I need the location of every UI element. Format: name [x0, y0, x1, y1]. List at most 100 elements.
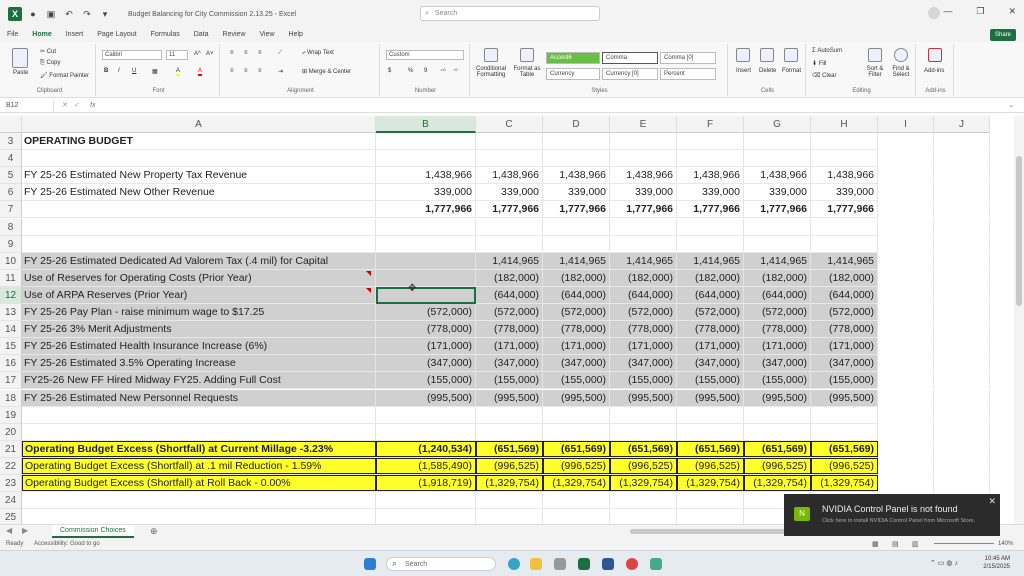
cell-c8[interactable]: [476, 218, 543, 235]
tab-file[interactable]: File: [0, 28, 25, 42]
wrap-text-button[interactable]: ⤶ Wrap Text: [302, 50, 334, 57]
chrome-icon[interactable]: [626, 558, 638, 570]
page-break-view-icon[interactable]: ▥: [912, 540, 919, 548]
nvidia-toast-notification[interactable]: N NVIDIA Control Panel is not found Clic…: [784, 494, 1000, 536]
cell-d16[interactable]: (347,000): [543, 355, 610, 372]
cell-h14[interactable]: (778,000): [811, 321, 878, 338]
column-header-c[interactable]: C: [476, 116, 543, 133]
cell-j21[interactable]: [934, 440, 990, 457]
cell-a9[interactable]: [22, 235, 376, 252]
cell-c22[interactable]: (996,525): [476, 457, 543, 474]
cell-h6[interactable]: 339,000: [811, 184, 878, 201]
insert-cells-button[interactable]: Insert: [736, 68, 751, 74]
row-header-17[interactable]: 17: [0, 372, 22, 390]
cell-c24[interactable]: [476, 492, 543, 509]
cell-b23[interactable]: (1,918,719): [376, 475, 476, 492]
cell-i13[interactable]: [878, 304, 934, 321]
cell-e21[interactable]: (651,569): [610, 440, 677, 457]
excel-taskbar-icon[interactable]: [578, 558, 590, 570]
tab-help[interactable]: Help: [282, 28, 310, 42]
cell-b11[interactable]: [376, 269, 476, 286]
cell-j18[interactable]: [934, 389, 990, 406]
font-name-select[interactable]: Calibri: [102, 50, 162, 60]
cell-e3[interactable]: [610, 133, 677, 150]
style-currency[interactable]: Currency: [546, 68, 600, 80]
conditional-formatting-icon[interactable]: [484, 48, 498, 62]
cell-a13[interactable]: FY 25-26 Pay Plan - raise minimum wage t…: [22, 304, 376, 321]
sort-filter-icon[interactable]: [868, 48, 882, 62]
cell-i5[interactable]: [878, 167, 934, 184]
middle-align-icon[interactable]: ≡: [244, 50, 248, 56]
page-layout-view-icon[interactable]: ▤: [892, 540, 899, 548]
cell-i4[interactable]: [878, 150, 934, 167]
indent-icon[interactable]: ⇥: [278, 68, 283, 75]
cell-a5[interactable]: FY 25-26 Estimated New Property Tax Reve…: [22, 167, 376, 184]
paste-icon[interactable]: [12, 48, 28, 68]
cell-a7[interactable]: [22, 201, 376, 218]
cell-e20[interactable]: [610, 423, 677, 440]
add-sheet-icon[interactable]: ⊕: [150, 526, 158, 537]
row-header-15[interactable]: 15: [0, 338, 22, 356]
tab-formulas[interactable]: Formulas: [144, 28, 187, 42]
merge-center-button[interactable]: ⊞ Merge & Center: [302, 68, 351, 75]
cell-a14[interactable]: FY 25-26 3% Merit Adjustments: [22, 321, 376, 338]
tab-page-layout[interactable]: Page Layout: [90, 28, 143, 42]
cell-e25[interactable]: [610, 509, 677, 526]
file-explorer-icon[interactable]: [530, 558, 542, 570]
copy-button[interactable]: ⎘ Copy: [40, 60, 60, 67]
cell-f11[interactable]: (182,000): [677, 269, 744, 286]
cell-a10[interactable]: FY 25-26 Estimated Dedicated Ad Valorem …: [22, 252, 376, 269]
cell-f4[interactable]: [677, 150, 744, 167]
format-table-button[interactable]: Format as Table: [510, 66, 544, 78]
cell-g5[interactable]: 1,438,966: [744, 167, 811, 184]
cell-g22[interactable]: (996,525): [744, 457, 811, 474]
cell-b25[interactable]: [376, 509, 476, 526]
cell-a12[interactable]: Use of ARPA Reserves (Prior Year): [22, 286, 376, 303]
cell-e16[interactable]: (347,000): [610, 355, 677, 372]
cell-i9[interactable]: [878, 235, 934, 252]
cell-b17[interactable]: (155,000): [376, 372, 476, 389]
row-header-10[interactable]: 10: [0, 252, 22, 270]
cell-i23[interactable]: [878, 475, 934, 492]
format-cells-button[interactable]: Format: [782, 68, 801, 74]
italic-button[interactable]: I: [118, 68, 120, 74]
cell-g9[interactable]: [744, 235, 811, 252]
cell-a3[interactable]: OPERATING BUDGET: [22, 133, 376, 150]
cell-a19[interactable]: [22, 406, 376, 423]
edge-icon[interactable]: [508, 558, 520, 570]
align-left-icon[interactable]: ≡: [230, 68, 234, 74]
cell-g19[interactable]: [744, 406, 811, 423]
row-header-20[interactable]: 20: [0, 423, 22, 441]
normal-view-icon[interactable]: ▦: [872, 540, 879, 548]
row-header-22[interactable]: 22: [0, 457, 22, 475]
cell-d19[interactable]: [543, 406, 610, 423]
cell-d5[interactable]: 1,438,966: [543, 167, 610, 184]
grow-font-button[interactable]: A^: [194, 51, 201, 57]
row-header-12[interactable]: 12: [0, 286, 22, 304]
cell-c19[interactable]: [476, 406, 543, 423]
bold-button[interactable]: B: [104, 68, 108, 74]
cell-h15[interactable]: (171,000): [811, 338, 878, 355]
cell-c10[interactable]: 1,414,965: [476, 252, 543, 269]
cell-f20[interactable]: [677, 423, 744, 440]
cell-e8[interactable]: [610, 218, 677, 235]
row-header-11[interactable]: 11: [0, 269, 22, 287]
cell-g13[interactable]: (572,000): [744, 304, 811, 321]
cell-e10[interactable]: 1,414,965: [610, 252, 677, 269]
increase-decimal-icon[interactable]: ⁺⁰: [440, 68, 446, 75]
addins-icon[interactable]: [928, 48, 942, 62]
cell-a8[interactable]: [22, 218, 376, 235]
cell-d3[interactable]: [543, 133, 610, 150]
cell-b8[interactable]: [376, 218, 476, 235]
cell-g20[interactable]: [744, 423, 811, 440]
cell-c6[interactable]: 339,000: [476, 184, 543, 201]
cell-d13[interactable]: (572,000): [543, 304, 610, 321]
cell-d24[interactable]: [543, 492, 610, 509]
cell-j5[interactable]: [934, 167, 990, 184]
cell-h13[interactable]: (572,000): [811, 304, 878, 321]
close-icon[interactable]: ✕: [1008, 6, 1016, 17]
avatar[interactable]: [928, 7, 940, 19]
cell-f24[interactable]: [677, 492, 744, 509]
cell-i15[interactable]: [878, 338, 934, 355]
cell-f25[interactable]: [677, 509, 744, 526]
